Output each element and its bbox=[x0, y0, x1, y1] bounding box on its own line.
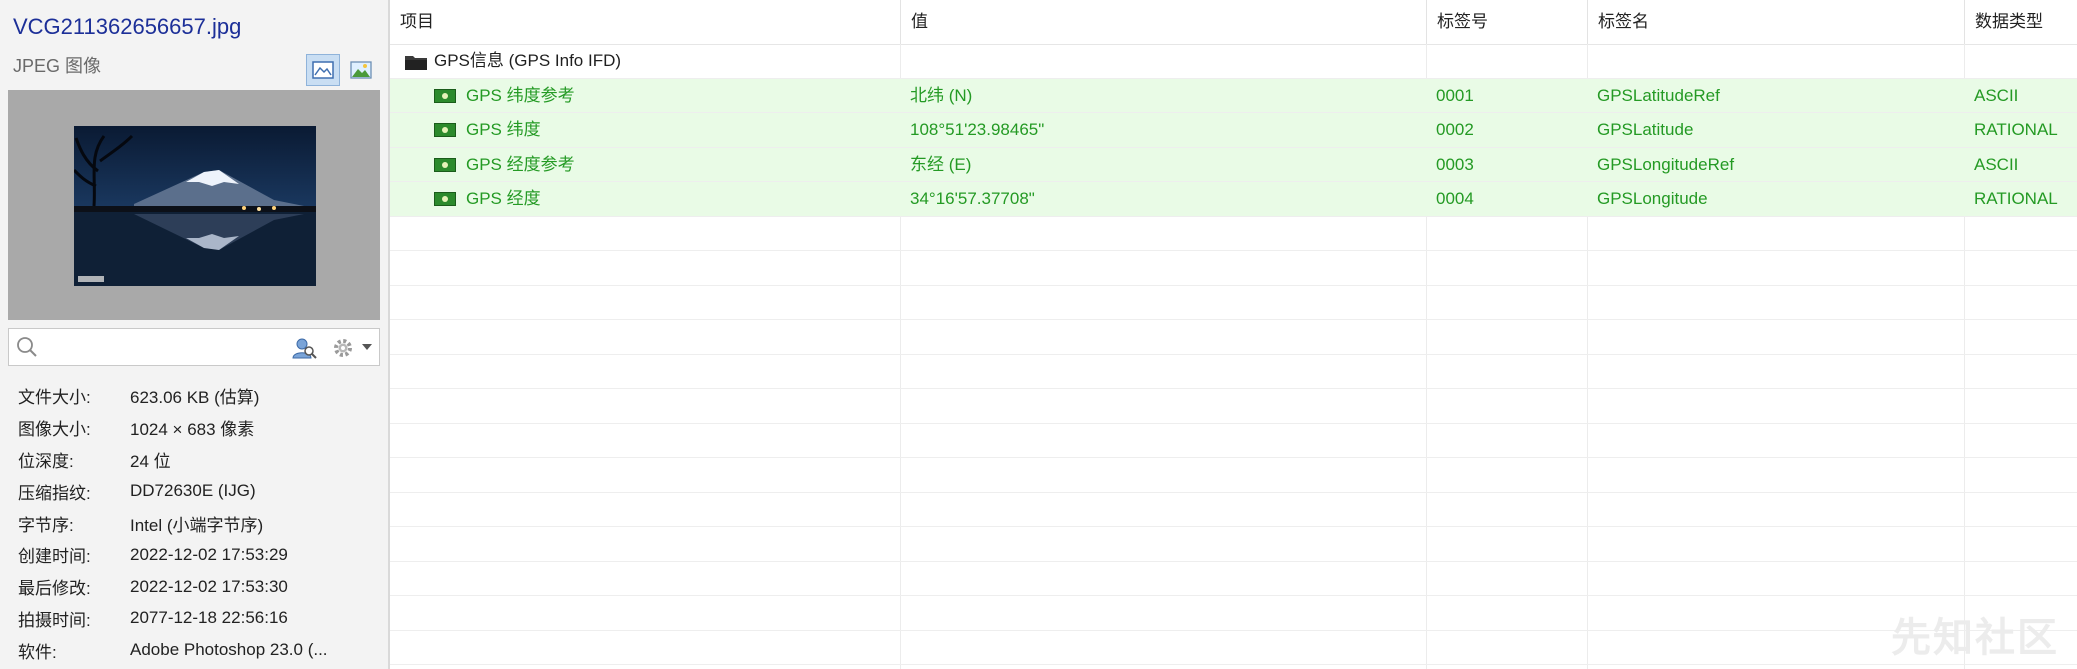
chevron-down-icon[interactable] bbox=[361, 341, 373, 353]
empty-row bbox=[390, 389, 2077, 424]
table-row[interactable]: GPS 纬度参考 北纬 (N) 0001 GPSLatitudeRef ASCI… bbox=[390, 78, 2077, 113]
empty-row bbox=[390, 320, 2077, 355]
info-label: 拍摄时间: bbox=[18, 610, 91, 630]
info-value: 2022-12-02 17:53:29 bbox=[130, 544, 288, 564]
tag-icon bbox=[434, 123, 456, 137]
image-icon bbox=[350, 61, 372, 79]
info-row-modified: 最后修改: 2022-12-02 17:53:30 bbox=[18, 571, 328, 603]
column-header-tag-number[interactable]: 标签号 bbox=[1426, 0, 1587, 44]
info-row-file-size: 文件大小: 623.06 KB (估算) bbox=[18, 380, 328, 412]
column-header-value[interactable]: 值 bbox=[900, 0, 1426, 44]
column-header-tag-name[interactable]: 标签名 bbox=[1587, 0, 1964, 44]
cell-tag-name: GPSLongitude bbox=[1597, 189, 1708, 208]
empty-row bbox=[390, 631, 2077, 665]
info-value: 2077-12-18 22:56:16 bbox=[130, 608, 288, 628]
exif-table: 项目 值 标签号 标签名 数据类型 GPS信息 (GPS Info IFD) G… bbox=[390, 0, 2077, 669]
gear-icon[interactable] bbox=[331, 336, 355, 360]
empty-row bbox=[390, 596, 2077, 631]
info-value: 24 位 bbox=[130, 451, 171, 471]
left-panel: VCG211362656657.jpg JPEG 图像 文件大小: 623.06… bbox=[0, 0, 388, 669]
cell-tag-number: 0004 bbox=[1436, 189, 1474, 208]
folder-icon bbox=[405, 56, 427, 70]
tag-icon bbox=[434, 157, 456, 172]
info-label: 图像大小: bbox=[18, 420, 91, 440]
info-label: 位深度: bbox=[18, 451, 74, 471]
image-view-button[interactable] bbox=[306, 54, 340, 86]
info-label: 文件大小: bbox=[18, 388, 91, 408]
info-label: 压缩指纹: bbox=[18, 483, 91, 503]
info-value: Intel (小端字节序) bbox=[130, 515, 264, 535]
search-box bbox=[8, 328, 380, 366]
info-row-created: 创建时间: 2022-12-02 17:53:29 bbox=[18, 539, 328, 571]
table-row[interactable]: GPS 经度 34°16'57.37708" 0004 GPSLongitude… bbox=[390, 182, 2077, 217]
tag-icon bbox=[434, 88, 456, 103]
cell-tag-number: 0001 bbox=[1436, 85, 1474, 105]
info-label: 创建时间: bbox=[18, 547, 91, 567]
table-row[interactable]: GPS 纬度 108°51'23.98465" 0002 GPSLatitude… bbox=[390, 113, 2077, 148]
empty-row bbox=[390, 286, 2077, 320]
cell-tag-name: GPSLongitudeRef bbox=[1597, 154, 1735, 174]
tag-icon bbox=[434, 192, 456, 206]
cell-data-type: RATIONAL bbox=[1974, 189, 2058, 208]
info-row-byte-order: 字节序: Intel (小端字节序) bbox=[18, 507, 328, 539]
preview-photo bbox=[74, 126, 316, 286]
empty-row bbox=[390, 527, 2077, 562]
column-header-item[interactable]: 项目 bbox=[390, 0, 900, 44]
cell-value: 34°16'57.37708" bbox=[910, 189, 1035, 208]
empty-row bbox=[390, 562, 2077, 596]
cell-value: 108°51'23.98465" bbox=[910, 120, 1045, 139]
file-type: JPEG 图像 bbox=[13, 56, 102, 76]
cell-item: GPS 纬度 bbox=[466, 120, 541, 139]
info-label: 字节序: bbox=[18, 515, 74, 535]
photo-graphic bbox=[74, 126, 316, 286]
person-search-icon[interactable] bbox=[291, 336, 317, 360]
group-row-gps[interactable]: GPS信息 (GPS Info IFD) bbox=[390, 44, 2077, 79]
empty-row bbox=[390, 355, 2077, 389]
cell-tag-number: 0002 bbox=[1436, 120, 1474, 139]
search-icon bbox=[17, 337, 37, 357]
info-value: Adobe Photoshop 23.0 (... bbox=[130, 640, 328, 660]
cell-item: GPS 纬度参考 bbox=[466, 85, 575, 105]
info-row-software: 软件: Adobe Photoshop 23.0 (... bbox=[18, 634, 328, 666]
file-info-list: 文件大小: 623.06 KB (估算) 图像大小: 1024 × 683 像素… bbox=[18, 380, 328, 666]
info-label: 软件: bbox=[18, 642, 57, 662]
info-row-shot-time: 拍摄时间: 2077-12-18 22:56:16 bbox=[18, 603, 328, 635]
info-value: 2022-12-02 17:53:30 bbox=[130, 576, 288, 596]
group-label: GPS信息 (GPS Info IFD) bbox=[434, 51, 622, 70]
empty-row bbox=[390, 424, 2077, 458]
table-header: 项目 值 标签号 标签名 数据类型 bbox=[390, 0, 2077, 45]
image-preview bbox=[8, 90, 380, 320]
cell-tag-name: GPSLatitudeRef bbox=[1597, 85, 1720, 105]
table-row[interactable]: GPS 经度参考 东经 (E) 0003 GPSLongitudeRef ASC… bbox=[390, 147, 2077, 182]
info-label: 最后修改: bbox=[18, 579, 91, 599]
cell-item: GPS 经度 bbox=[466, 189, 541, 208]
info-value: 1024 × 683 像素 bbox=[130, 420, 255, 440]
image-view-icon bbox=[312, 61, 334, 79]
watermark: 先知社区 bbox=[1891, 616, 2059, 660]
cell-data-type: RATIONAL bbox=[1974, 120, 2058, 139]
empty-row bbox=[390, 458, 2077, 493]
info-value: 623.06 KB (估算) bbox=[130, 388, 260, 408]
empty-row bbox=[390, 251, 2077, 286]
column-header-data-type[interactable]: 数据类型 bbox=[1964, 0, 2077, 44]
cell-value: 东经 (E) bbox=[910, 154, 972, 174]
cell-tag-name: GPSLatitude bbox=[1597, 120, 1694, 139]
empty-row bbox=[390, 217, 2077, 251]
file-name: VCG211362656657.jpg bbox=[13, 14, 242, 39]
cell-data-type: ASCII bbox=[1974, 85, 2019, 105]
image-button[interactable] bbox=[344, 54, 378, 86]
info-row-image-size: 图像大小: 1024 × 683 像素 bbox=[18, 412, 328, 444]
cell-item: GPS 经度参考 bbox=[466, 154, 575, 174]
cell-data-type: ASCII bbox=[1974, 154, 2019, 174]
info-row-compression-fingerprint: 压缩指纹: DD72630E (IJG) bbox=[18, 475, 328, 507]
cell-value: 北纬 (N) bbox=[910, 85, 973, 105]
info-row-bit-depth: 位深度: 24 位 bbox=[18, 444, 328, 476]
cell-tag-number: 0003 bbox=[1436, 154, 1474, 174]
info-value: DD72630E (IJG) bbox=[130, 481, 256, 501]
empty-row bbox=[390, 493, 2077, 527]
search-input[interactable] bbox=[45, 333, 289, 363]
